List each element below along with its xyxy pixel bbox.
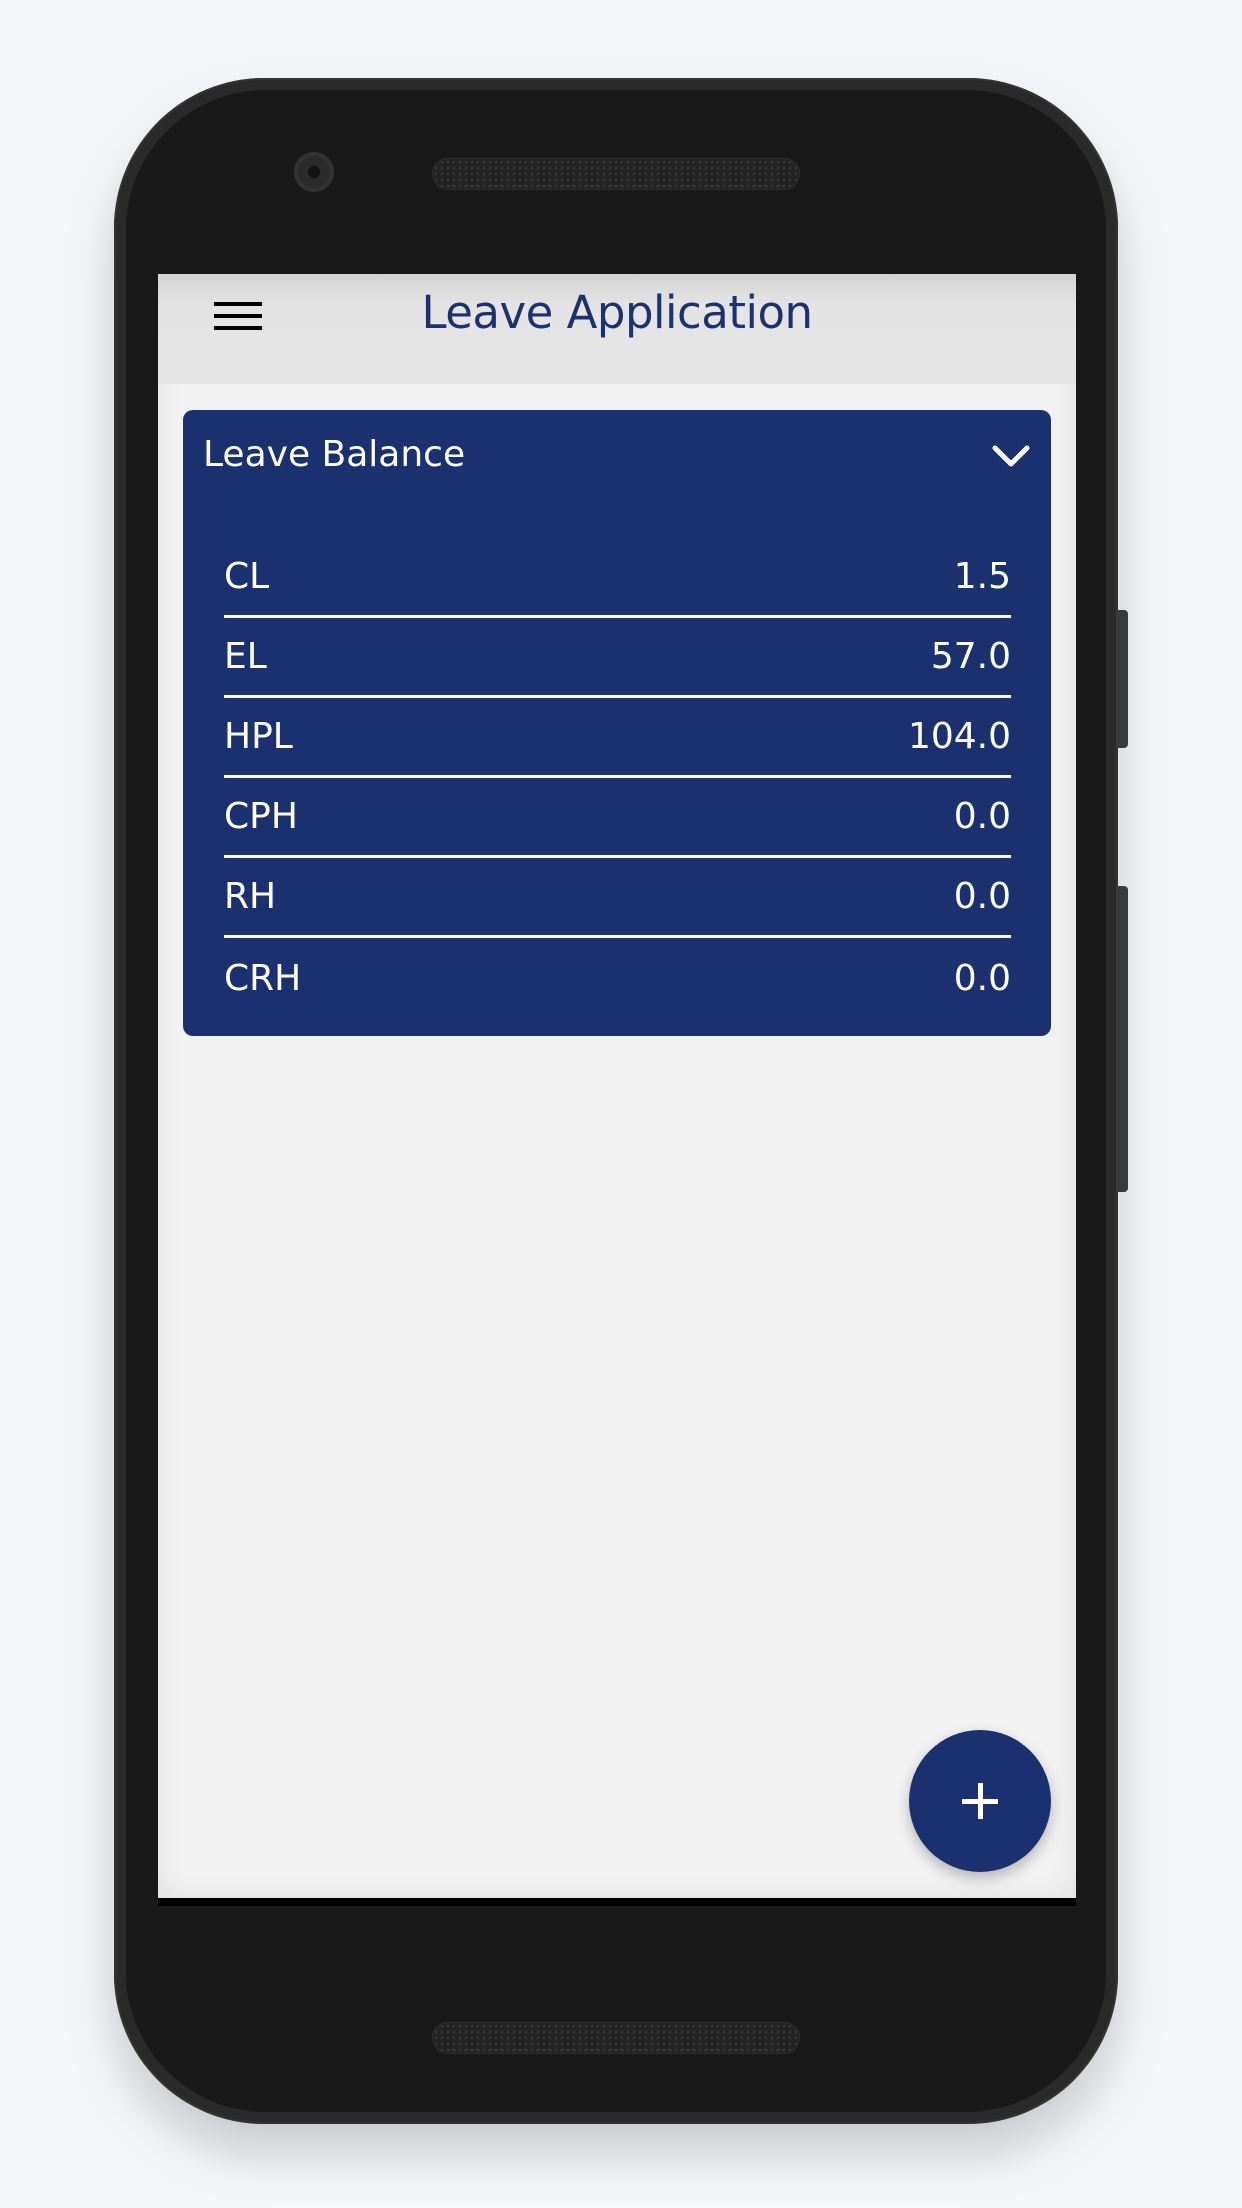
leave-balance-value: 1.5	[953, 556, 1011, 597]
leave-balance-card: Leave Balance CL 1.5 EL 57.0 HPL 104.0 C…	[183, 410, 1051, 1036]
app-screen: Leave Application Leave Balance CL 1.5 E…	[158, 274, 1076, 1898]
leave-balance-row-hpl: HPL 104.0	[224, 698, 1011, 778]
bottom-speaker	[432, 2022, 800, 2054]
leave-type-label: CL	[224, 556, 270, 597]
front-camera	[294, 152, 334, 192]
leave-balance-header[interactable]: Leave Balance	[183, 410, 1051, 506]
leave-balance-value: 57.0	[930, 636, 1011, 677]
leave-balance-row-cph: CPH 0.0	[224, 778, 1011, 858]
leave-balance-value: 0.0	[953, 876, 1011, 917]
add-leave-button[interactable]	[909, 1730, 1051, 1872]
leave-type-label: RH	[224, 876, 277, 917]
leave-balance-row-el: EL 57.0	[224, 618, 1011, 698]
app-bar: Leave Application	[158, 274, 1076, 384]
leave-balance-title: Leave Balance	[203, 434, 466, 475]
leave-balance-value: 0.0	[953, 796, 1011, 837]
leave-type-label: HPL	[224, 716, 293, 757]
leave-balance-list: CL 1.5 EL 57.0 HPL 104.0 CPH 0.0 RH 0.0 …	[224, 538, 1011, 1018]
leave-balance-row-rh: RH 0.0	[224, 858, 1011, 938]
leave-type-label: EL	[224, 636, 267, 677]
leave-balance-row-cl: CL 1.5	[224, 538, 1011, 618]
power-button	[1116, 610, 1128, 748]
chevron-down-icon[interactable]	[989, 434, 1033, 478]
leave-type-label: CRH	[224, 957, 302, 999]
page-title: Leave Application	[421, 286, 813, 339]
leave-balance-value: 0.0	[953, 957, 1011, 999]
leave-type-label: CPH	[224, 796, 298, 837]
leave-balance-value: 104.0	[907, 716, 1011, 757]
earpiece-speaker	[432, 158, 800, 190]
volume-button	[1116, 886, 1128, 1192]
screen-bottom-edge	[158, 1898, 1076, 1906]
leave-balance-row-crh: CRH 0.0	[224, 938, 1011, 1018]
